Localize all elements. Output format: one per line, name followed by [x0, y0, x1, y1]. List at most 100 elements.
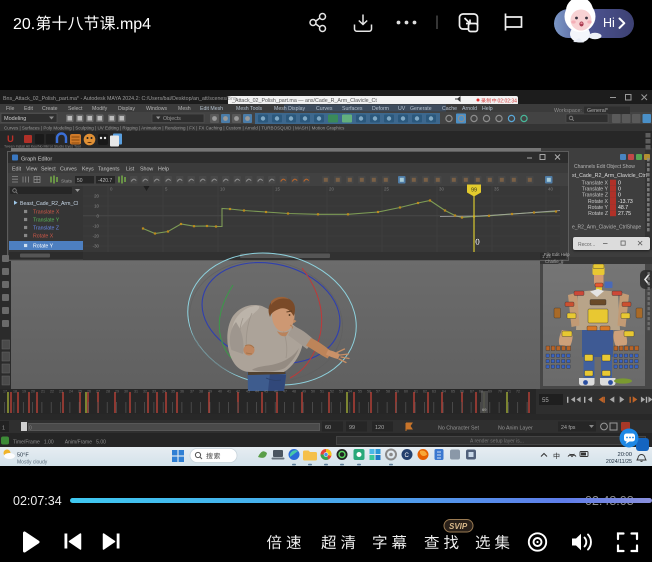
svg-text:34: 34: [162, 390, 166, 394]
svg-text:No Anim Layer: No Anim Layer: [498, 426, 533, 432]
svg-text:Hi: Hi: [603, 16, 615, 30]
svg-text:2024/11/25: 2024/11/25: [606, 459, 632, 465]
svg-text:-20: -20: [93, 234, 100, 239]
svg-text:Charlie_g: Charlie_g: [545, 259, 564, 264]
svg-text:54: 54: [348, 390, 352, 394]
svg-text:.mp4: .mp4: [116, 16, 152, 33]
svg-text:Mesh Display: Mesh Display: [274, 106, 306, 112]
svg-text:Translate Y: Translate Y: [33, 218, 60, 224]
svg-text:Modeling: Modeling: [4, 116, 26, 122]
svg-text:Rotate Y: Rotate Y: [33, 244, 54, 250]
svg-text:72: 72: [516, 390, 520, 394]
svg-text:46: 46: [274, 390, 278, 394]
svg-text:0: 0: [618, 187, 621, 193]
svg-text:0: 0: [29, 426, 32, 432]
svg-text:21: 21: [41, 390, 45, 394]
svg-text:48.7: 48.7: [618, 205, 628, 211]
svg-text:Bns_Attack_02_Polish_part.ma*: Bns_Attack_02_Polish_part.ma* - Autodesk…: [3, 96, 237, 102]
svg-text:Curves: Curves: [316, 106, 333, 112]
svg-text:30: 30: [124, 390, 128, 394]
svg-text:-13.73: -13.73: [618, 199, 633, 205]
svg-text:Translate Z: Translate Z: [582, 193, 608, 199]
svg-text:Display: Display: [118, 106, 135, 112]
svg-text:Edit: Edit: [24, 106, 33, 112]
svg-text:General*: General*: [587, 108, 608, 114]
svg-text:Graph Editor: Graph Editor: [21, 157, 52, 163]
svg-text:Mesh Tools: Mesh Tools: [236, 106, 263, 112]
svg-text:Modify: Modify: [92, 106, 108, 112]
svg-text:31: 31: [134, 390, 138, 394]
svg-text:Beast_Cade_R2_Arm_Cl: Beast_Cade_R2_Arm_Cl: [20, 201, 78, 207]
svg-text:0: 0: [110, 187, 113, 192]
svg-text:10: 10: [94, 204, 99, 209]
svg-text:Objects: Objects: [163, 116, 181, 122]
svg-text:27: 27: [96, 390, 100, 394]
svg-text:20: 20: [329, 187, 334, 192]
svg-text:02:07:34: 02:07:34: [13, 494, 62, 508]
svg-text:SVIP: SVIP: [449, 522, 468, 531]
svg-text:60: 60: [325, 425, 331, 431]
svg-text:36: 36: [180, 390, 184, 394]
svg-text:Edit: Edit: [12, 167, 22, 173]
svg-text:Surfaces: Surfaces: [342, 106, 363, 112]
svg-text:Rotate X: Rotate X: [588, 199, 609, 205]
svg-text:62: 62: [423, 390, 427, 394]
svg-text:UV: UV: [398, 106, 406, 112]
svg-text:55: 55: [358, 390, 362, 394]
svg-text:41: 41: [227, 390, 231, 394]
svg-text:25: 25: [384, 187, 389, 192]
svg-text:40: 40: [218, 390, 222, 394]
svg-text:Help: Help: [482, 106, 493, 112]
svg-text:Workspace:: Workspace:: [554, 108, 582, 114]
svg-text:File: File: [6, 106, 14, 112]
svg-text:Translate X: Translate X: [582, 181, 609, 187]
svg-text:Tangents: Tangents: [98, 167, 120, 173]
svg-text:Tween Install All Key/No M: Tween Install All Key/No Mirror Studio E…: [4, 145, 81, 149]
svg-text:Edit Mesh: Edit Mesh: [200, 106, 223, 112]
svg-text:70: 70: [498, 390, 502, 394]
svg-text:27.75: 27.75: [618, 211, 631, 217]
svg-text:32: 32: [143, 390, 147, 394]
svg-text:Show: Show: [140, 167, 153, 173]
svg-text:Keys: Keys: [82, 167, 94, 173]
svg-text:40: 40: [548, 187, 553, 192]
svg-text:Create: Create: [42, 106, 58, 112]
svg-text:56: 56: [367, 390, 371, 394]
svg-text:63: 63: [432, 390, 436, 394]
svg-text:Generate: Generate: [410, 106, 432, 112]
svg-text:48: 48: [292, 390, 296, 394]
svg-text:e_R2_Arm_Clavicle_CtrlShape: e_R2_Arm_Clavicle_CtrlShape: [572, 225, 641, 231]
svg-text:Windows: Windows: [146, 106, 167, 112]
svg-text:Mostly cloudy: Mostly cloudy: [17, 460, 48, 466]
svg-text:Mesh: Mesh: [178, 106, 191, 112]
svg-text:Translate X: Translate X: [33, 210, 60, 216]
svg-text:U: U: [7, 134, 14, 145]
svg-text:Help: Help: [158, 167, 169, 173]
svg-text:Time/Frame 1.00 Anim/: Time/Frame 1.00 Anim/Frame 5.00: [13, 440, 106, 446]
svg-text:71: 71: [507, 390, 511, 394]
svg-text:Rotate Y: Rotate Y: [588, 205, 609, 211]
svg-text:Translate Y: Translate Y: [582, 187, 609, 193]
svg-text:59: 59: [395, 390, 399, 394]
svg-text:35: 35: [171, 390, 175, 394]
svg-text:View: View: [26, 167, 38, 173]
svg-text:Stats: Stats: [61, 179, 73, 185]
svg-text:st_Cade_R2_Arm_Clavicle_Ctrl: st_Cade_R2_Arm_Clavicle_Ctrl: [572, 173, 647, 179]
svg-text:20: 20: [94, 194, 99, 199]
svg-text:Deform: Deform: [372, 106, 389, 112]
svg-text:-10: -10: [93, 224, 100, 229]
svg-text:02:02:34: 02:02:34: [498, 98, 518, 104]
svg-text:20.: 20.: [13, 16, 35, 33]
svg-text:25: 25: [78, 390, 82, 394]
svg-text:61: 61: [414, 390, 418, 394]
svg-text:30: 30: [439, 187, 444, 192]
svg-text:0: 0: [475, 237, 480, 247]
svg-text:C: C: [405, 453, 410, 459]
svg-text:Rotate X: Rotate X: [33, 234, 54, 240]
svg-text:69: 69: [482, 407, 487, 412]
svg-text:53: 53: [339, 390, 343, 394]
svg-text:A render setup layer is...: A render setup layer is...: [470, 439, 524, 445]
svg-text:_Attack_02_Polish_part.ma —: _Attack_02_Polish_part.ma — ans/Cade_R_A…: [231, 98, 377, 104]
svg-text:Recor...: Recor...: [578, 242, 595, 248]
svg-text:60: 60: [404, 390, 408, 394]
